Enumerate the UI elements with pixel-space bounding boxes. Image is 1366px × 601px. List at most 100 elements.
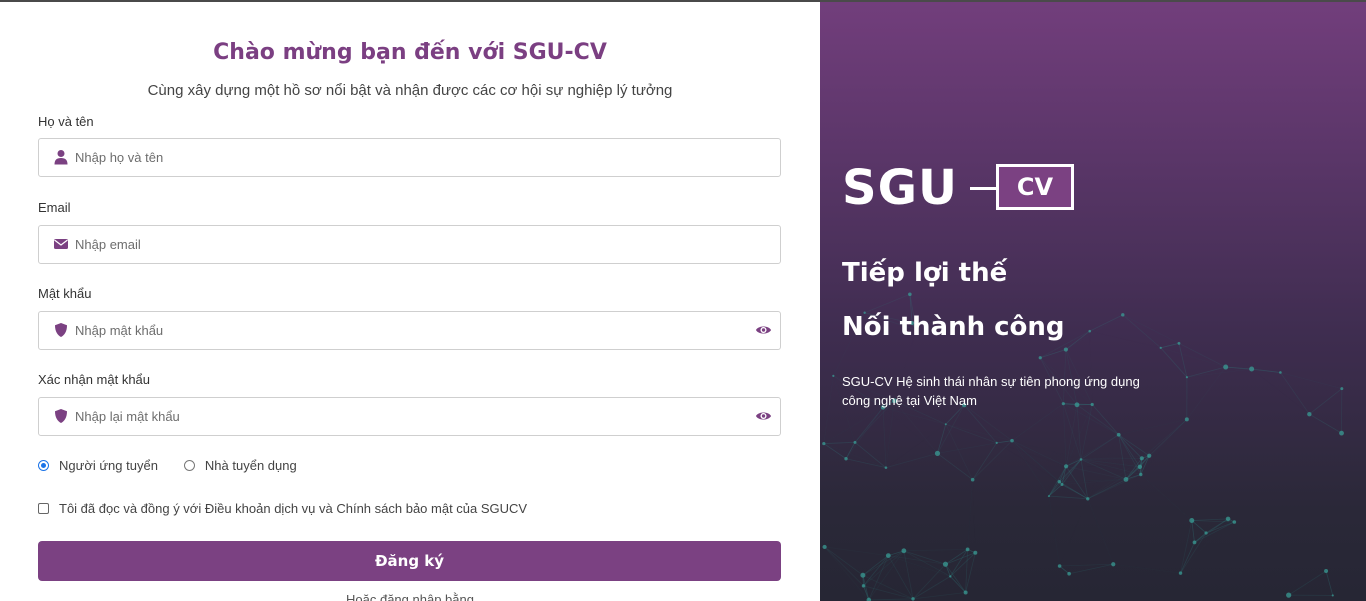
network-node <box>1063 464 1069 469</box>
network-link <box>1160 342 1180 349</box>
network-link <box>864 293 911 314</box>
confirm-password-field[interactable] <box>38 397 781 436</box>
network-link <box>1325 570 1334 596</box>
role-option-employer[interactable]: Nhà tuyển dụng <box>183 458 297 473</box>
network-node <box>1324 569 1329 574</box>
network-link <box>1062 403 1067 467</box>
network-link <box>1089 314 1123 332</box>
network-link <box>888 555 951 577</box>
network-link <box>1194 521 1235 543</box>
network-link <box>997 443 1049 496</box>
terms-checkbox[interactable] <box>38 503 49 514</box>
network-node <box>973 550 978 555</box>
register-panel: Chào mừng bạn đến với SGU-CV Cùng xây dự… <box>0 2 820 601</box>
network-link <box>1139 419 1188 468</box>
network-node <box>1067 571 1071 576</box>
brand-panel: SGU CV Tiếp lợi thế Nối thành công SGU-C… <box>820 2 1366 601</box>
network-node <box>934 450 941 456</box>
network-node <box>1057 479 1061 484</box>
network-link <box>997 443 1066 466</box>
network-node <box>1057 564 1062 568</box>
network-link <box>862 574 914 600</box>
network-link <box>1060 499 1088 566</box>
network-link <box>1066 466 1140 467</box>
network-link <box>968 480 973 550</box>
network-node <box>944 423 947 426</box>
network-node <box>861 584 866 588</box>
network-link <box>973 480 976 553</box>
network-node <box>942 561 949 567</box>
network-link <box>1180 542 1195 574</box>
network-node <box>1184 417 1189 422</box>
network-link <box>1178 343 1188 378</box>
role-option-candidate[interactable]: Người ứng tuyển <box>38 458 158 473</box>
network-link <box>1059 565 1070 575</box>
shield-icon <box>55 409 67 423</box>
page-subtitle: Cùng xây dựng một hồ sơ nổi bật và nhận … <box>147 82 673 99</box>
network-link <box>937 453 973 481</box>
network-link <box>1141 419 1187 474</box>
network-node <box>911 597 915 601</box>
network-node <box>1139 456 1144 461</box>
network-link <box>845 442 856 459</box>
network-link <box>1180 520 1193 574</box>
network-link <box>1048 495 1088 500</box>
network-link <box>1065 330 1090 350</box>
network-link <box>972 440 1013 480</box>
network-node <box>1047 495 1050 498</box>
network-link <box>903 548 968 552</box>
network-link <box>1118 434 1150 457</box>
eye-icon[interactable] <box>755 323 772 337</box>
role-option-employer-label: Nhà tuyển dụng <box>204 458 297 473</box>
email-field[interactable] <box>38 225 781 264</box>
network-link <box>1088 499 1113 564</box>
fullname-field[interactable] <box>38 138 781 177</box>
network-background <box>822 292 1344 601</box>
network-link <box>1080 459 1089 499</box>
headline-line-2: Nối thành công <box>842 312 1065 342</box>
network-node <box>853 440 857 444</box>
email-input[interactable] <box>75 226 755 263</box>
radio-button-employer[interactable] <box>183 460 195 471</box>
network-node <box>1038 356 1042 360</box>
network-node <box>1060 483 1064 487</box>
network-node <box>1189 518 1195 524</box>
user-icon <box>54 150 68 165</box>
network-link <box>1309 388 1343 415</box>
network-link <box>1160 347 1188 378</box>
network-link <box>823 375 834 444</box>
network-node <box>1192 540 1197 545</box>
network-node <box>1137 464 1143 470</box>
brand-description: SGU-CV Hệ sinh thái nhân sự tiên phong ứ… <box>842 374 1140 408</box>
network-link <box>912 576 951 600</box>
sgu-cv-logo: SGU CV <box>842 162 1074 214</box>
fullname-input[interactable] <box>75 139 755 176</box>
network-link <box>937 424 947 454</box>
password-input[interactable] <box>75 312 755 349</box>
network-node <box>901 548 907 554</box>
network-link <box>862 555 889 576</box>
eye-icon[interactable] <box>755 409 772 423</box>
role-radio-group: Người ứng tuyển Nhà tuyển dụng <box>38 458 323 473</box>
password-field[interactable] <box>38 311 781 350</box>
network-link <box>1181 519 1229 573</box>
network-node <box>844 457 848 461</box>
network-node <box>1063 347 1069 352</box>
network-node <box>970 477 975 482</box>
network-node <box>949 575 952 578</box>
radio-button-candidate[interactable] <box>38 460 49 471</box>
password-label: Mật khẩu <box>38 286 92 301</box>
network-link <box>972 442 998 480</box>
network-link <box>823 441 856 444</box>
logo-cv-text: CV <box>1016 173 1054 201</box>
confirm-password-input[interactable] <box>75 398 755 435</box>
network-link <box>863 550 905 587</box>
network-link <box>824 546 864 587</box>
network-node <box>1307 411 1312 417</box>
register-button[interactable]: Đăng ký <box>38 541 781 581</box>
network-node <box>995 441 998 444</box>
network-link <box>937 442 997 454</box>
network-link <box>1252 369 1310 414</box>
terms-agreement[interactable]: Tôi đã đọc và đồng ý với Điều khoản dịch… <box>38 501 527 516</box>
network-link <box>1186 366 1226 378</box>
